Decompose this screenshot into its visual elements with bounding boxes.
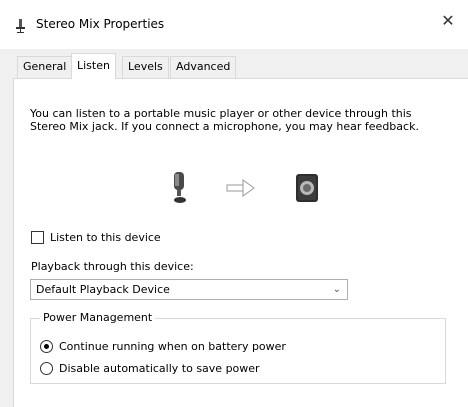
tab-levels[interactable]: Levels — [122, 56, 169, 78]
radio-disable-label[interactable]: Disable automatically to save power — [59, 362, 260, 375]
playback-label: Playback through this device: — [31, 260, 194, 273]
radio-disable-row[interactable]: Disable automatically to save power — [40, 360, 260, 376]
microphone-icon — [174, 172, 186, 203]
tab-general[interactable]: General — [17, 56, 73, 78]
radio-continue-row[interactable]: Continue running when on battery power — [40, 338, 286, 354]
description-text: You can listen to a portable music playe… — [30, 107, 419, 133]
radio-continue-label[interactable]: Continue running when on battery power — [59, 340, 286, 353]
radio-disable[interactable] — [40, 361, 53, 375]
tab-advanced[interactable]: Advanced — [170, 56, 237, 78]
window-title: Stereo Mix Properties — [36, 17, 165, 31]
chevron-down-icon[interactable]: ⌄ — [333, 280, 341, 299]
power-management-legend: Power Management — [40, 311, 156, 324]
tab-listen[interactable]: Listen — [71, 53, 116, 79]
listen-checkbox-label[interactable]: Listen to this device — [50, 231, 161, 244]
playback-device-value: Default Playback Device — [36, 283, 170, 296]
device-illustration — [174, 172, 318, 203]
listen-checkbox-row[interactable]: Listen to this device — [31, 229, 161, 245]
properties-dialog: Stereo Mix Properties ✕ General Listen L… — [0, 0, 468, 407]
title-bar: Stereo Mix Properties ✕ — [0, 0, 468, 49]
arrow-right-icon — [226, 179, 255, 197]
listen-checkbox[interactable] — [31, 230, 44, 244]
radio-continue[interactable] — [40, 339, 53, 353]
speaker-icon — [296, 174, 318, 202]
playback-device-select[interactable]: Default Playback Device ⌄ — [30, 279, 348, 300]
close-button[interactable]: ✕ — [428, 0, 468, 40]
microphone-icon — [16, 19, 25, 33]
